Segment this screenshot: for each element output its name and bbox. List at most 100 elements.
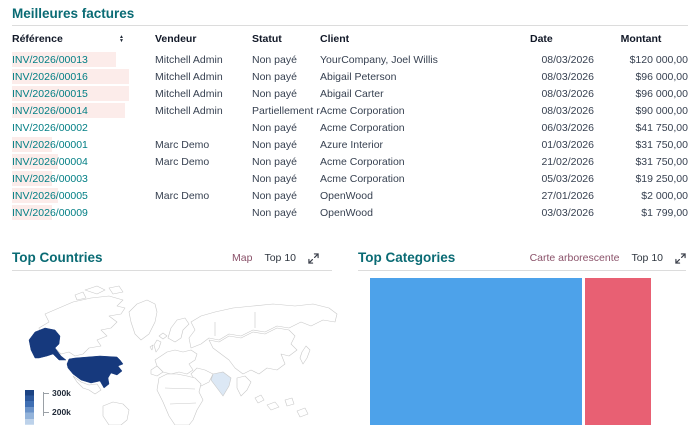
column-header-date[interactable]: Date (530, 29, 594, 51)
legend-tick-200k: 200k (52, 407, 71, 417)
column-header-client[interactable]: Client (320, 29, 530, 51)
vendor-cell (155, 170, 252, 187)
table-row[interactable]: INV/2026/00005 Marc Demo Non payé OpenWo… (12, 187, 688, 204)
sort-icon[interactable]: ▲▼ (119, 35, 124, 43)
table-row[interactable]: INV/2026/00004 Marc Demo Non payé Acme C… (12, 153, 688, 170)
legend-tick-300k: 300k (52, 388, 71, 398)
status-cell: Non payé (252, 187, 320, 204)
client-cell: Abigail Peterson (320, 68, 530, 85)
date-cell: 05/03/2026 (530, 170, 594, 187)
table-row[interactable]: INV/2026/00015 Mitchell Admin Non payé A… (12, 85, 688, 102)
vendor-cell: Mitchell Admin (155, 51, 252, 68)
invoice-reference-link[interactable]: INV/2026/00004 (12, 156, 88, 168)
invoice-reference-link[interactable]: INV/2026/00014 (12, 105, 88, 117)
map-legend-gradient (25, 390, 34, 425)
table-row[interactable]: INV/2026/00002 Non payé Acme Corporation… (12, 119, 688, 136)
date-cell: 08/03/2026 (530, 51, 594, 68)
vendor-cell: Mitchell Admin (155, 102, 252, 119)
reference-cell: INV/2026/00014 (12, 102, 155, 119)
vendor-cell: Marc Demo (155, 153, 252, 170)
table-row[interactable]: INV/2026/00013 Mitchell Admin Non payé Y… (12, 51, 688, 68)
client-cell: Abigail Carter (320, 85, 530, 102)
client-cell: Acme Corporation (320, 119, 530, 136)
column-header-vendor[interactable]: Vendeur (155, 29, 252, 51)
vendor-cell: Marc Demo (155, 136, 252, 153)
world-map (5, 278, 340, 425)
client-cell: Azure Interior (320, 136, 530, 153)
best-invoices-title: Meilleures factures (12, 6, 134, 21)
vendor-cell: Mitchell Admin (155, 85, 252, 102)
invoice-reference-link[interactable]: INV/2026/00001 (12, 139, 88, 151)
table-row[interactable]: INV/2026/00001 Marc Demo Non payé Azure … (12, 136, 688, 153)
top-countries-title: Top Countries (12, 250, 103, 265)
amount-cell: $120 000,00 (594, 51, 688, 68)
client-cell: OpenWood (320, 187, 530, 204)
date-cell: 08/03/2026 (530, 85, 594, 102)
status-cell: Non payé (252, 153, 320, 170)
amount-cell: $1 799,00 (594, 204, 688, 221)
date-cell: 08/03/2026 (530, 68, 594, 85)
top-categories-title: Top Categories (358, 250, 455, 265)
top-categories-widget: Top Categories Carte arborescente Top 10 (345, 244, 690, 425)
invoice-reference-link[interactable]: INV/2026/00016 (12, 71, 88, 83)
amount-cell: $90 000,00 (594, 102, 688, 119)
treemap-chart (370, 278, 651, 425)
expand-icon[interactable] (308, 253, 319, 264)
treemap-segment[interactable] (370, 278, 582, 425)
invoice-reference-link[interactable]: INV/2026/00013 (12, 54, 88, 66)
reference-cell: INV/2026/00009 (12, 204, 155, 221)
treemap-view-toggle[interactable]: Carte arborescente (530, 252, 620, 264)
invoice-reference-link[interactable]: INV/2026/00005 (12, 190, 88, 202)
reference-cell: INV/2026/00013 (12, 51, 155, 68)
client-cell: Acme Corporation (320, 170, 530, 187)
top10-filter[interactable]: Top 10 (631, 252, 663, 264)
status-cell: Non payé (252, 68, 320, 85)
date-cell: 01/03/2026 (530, 136, 594, 153)
invoice-reference-link[interactable]: INV/2026/00003 (12, 173, 88, 185)
date-cell: 03/03/2026 (530, 204, 594, 221)
reference-cell: INV/2026/00016 (12, 68, 155, 85)
map-view-toggle[interactable]: Map (232, 252, 252, 264)
client-cell: Acme Corporation (320, 153, 530, 170)
vendor-cell (155, 119, 252, 136)
amount-cell: $19 250,00 (594, 170, 688, 187)
column-header-status[interactable]: Statut (252, 29, 320, 51)
client-cell: Acme Corporation (320, 102, 530, 119)
column-header-reference[interactable]: Référence ▲▼ (12, 29, 155, 51)
treemap-segment[interactable] (585, 278, 651, 425)
invoice-rows: INV/2026/00013 Mitchell Admin Non payé Y… (12, 51, 688, 221)
world-map-chart[interactable]: 300k 200k (5, 278, 340, 425)
amount-cell: $31 750,00 (594, 153, 688, 170)
column-header-reference-label: Référence (12, 33, 63, 45)
reference-cell: INV/2026/00002 (12, 119, 155, 136)
client-cell: OpenWood (320, 204, 530, 221)
table-row[interactable]: INV/2026/00016 Mitchell Admin Non payé A… (12, 68, 688, 85)
reference-cell: INV/2026/00001 (12, 136, 155, 153)
amount-cell: $31 750,00 (594, 136, 688, 153)
invoice-reference-link[interactable]: INV/2026/00009 (12, 207, 88, 219)
date-cell: 06/03/2026 (530, 119, 594, 136)
vendor-cell: Marc Demo (155, 187, 252, 204)
invoices-table: Référence ▲▼ Vendeur Statut Client Date … (12, 29, 688, 221)
divider (12, 270, 332, 271)
table-row[interactable]: INV/2026/00003 Non payé Acme Corporation… (12, 170, 688, 187)
invoice-reference-link[interactable]: INV/2026/00002 (12, 122, 88, 134)
table-row[interactable]: INV/2026/00014 Mitchell Admin Partiellem… (12, 102, 688, 119)
status-cell: Non payé (252, 136, 320, 153)
amount-cell: $96 000,00 (594, 85, 688, 102)
reference-cell: INV/2026/00004 (12, 153, 155, 170)
expand-icon[interactable] (675, 253, 686, 264)
status-cell: Partiellement réglé (252, 102, 320, 119)
dashboard: Meilleures factures Référence ▲▼ Vendeur… (0, 0, 690, 425)
reference-cell: INV/2026/00015 (12, 85, 155, 102)
amount-cell: $41 750,00 (594, 119, 688, 136)
top10-filter[interactable]: Top 10 (264, 252, 296, 264)
amount-cell: $2 000,00 (594, 187, 688, 204)
reference-cell: INV/2026/00005 (12, 187, 155, 204)
table-row[interactable]: INV/2026/00009 Non payé OpenWood 03/03/2… (12, 204, 688, 221)
top-countries-widget: Top Countries Map Top 10 (0, 244, 345, 425)
status-cell: Non payé (252, 119, 320, 136)
column-header-amount[interactable]: Montant (594, 29, 688, 51)
invoice-reference-link[interactable]: INV/2026/00015 (12, 88, 88, 100)
map-country-india[interactable] (211, 372, 231, 396)
